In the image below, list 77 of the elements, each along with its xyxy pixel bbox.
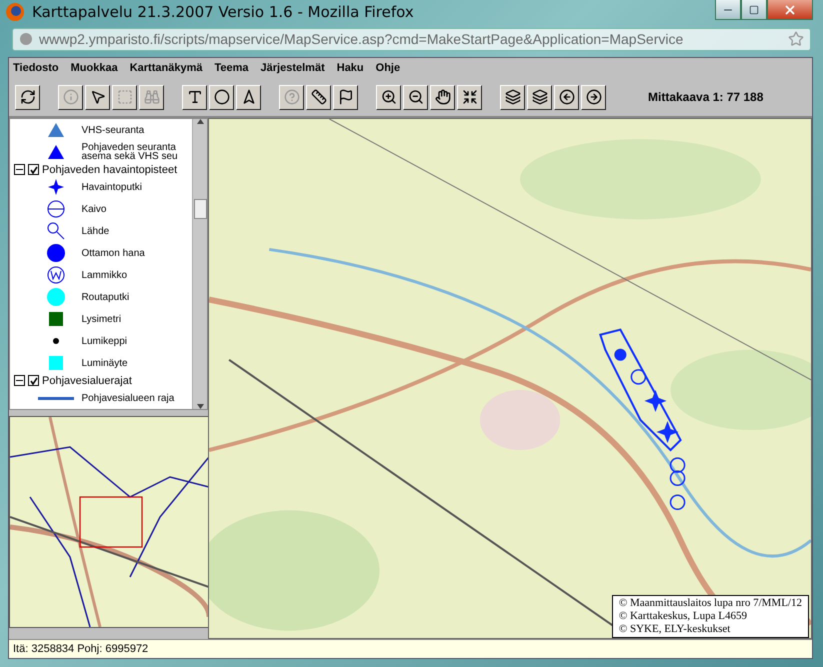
toolbar-button[interactable] bbox=[85, 84, 110, 110]
toolbar-button[interactable] bbox=[306, 84, 331, 110]
toolbar-button[interactable] bbox=[554, 84, 579, 110]
pointer-icon bbox=[90, 89, 106, 106]
scrollbar[interactable] bbox=[192, 119, 207, 410]
legend-label: Lammikko bbox=[81, 270, 128, 280]
help-icon bbox=[284, 89, 300, 106]
copyright-line: © Maanmittauslaitos lupa nro 7/MML/12 bbox=[618, 597, 802, 610]
legend-label: Kaivo bbox=[81, 204, 108, 214]
close-button[interactable] bbox=[767, 0, 813, 20]
layer-checkbox[interactable] bbox=[28, 375, 39, 386]
zoom-out-icon bbox=[408, 89, 424, 106]
maximize-icon bbox=[749, 4, 759, 14]
legend-label: VHS-seuranta bbox=[81, 126, 146, 135]
ruler-icon bbox=[310, 89, 326, 106]
copyright-line: © SYKE, ELY-keskukset bbox=[618, 623, 732, 636]
collapse-toggle[interactable] bbox=[14, 375, 25, 386]
toolbar-button[interactable] bbox=[236, 84, 261, 110]
toolbar-button[interactable] bbox=[500, 84, 525, 110]
address-bar[interactable]: wwwp2.ymparisto.fi/scripts/mapservice/MapService.asp?cmd=MakeStartPage&Application=MapService bbox=[12, 28, 811, 52]
menu-item[interactable]: Karttanäkymä bbox=[130, 62, 202, 78]
zoom-in-icon bbox=[380, 89, 396, 106]
copyright-line: © Karttakeskus, Lupa L4659 bbox=[618, 610, 748, 623]
menu-item[interactable]: Ohje bbox=[376, 62, 400, 78]
down-arrow-icon[interactable] bbox=[196, 404, 204, 410]
text-icon bbox=[186, 89, 202, 106]
toolbar-button[interactable] bbox=[430, 84, 455, 110]
layers-icon bbox=[504, 89, 520, 106]
toolbar-button[interactable] bbox=[376, 84, 401, 110]
legend-label: Ottamon hana bbox=[81, 248, 146, 258]
legend-label: Lumikeppi bbox=[81, 336, 128, 346]
globe-icon bbox=[19, 32, 33, 46]
shrink-icon bbox=[462, 89, 478, 106]
coordinates-text: Itä: 3258834 Pohj: 6995972 bbox=[13, 643, 148, 655]
scrollbar-thumb[interactable] bbox=[194, 199, 206, 220]
up-arrow-icon[interactable] bbox=[196, 119, 204, 124]
checkmark-icon bbox=[30, 166, 38, 174]
legend-label: Routaputki bbox=[81, 292, 130, 302]
toolbar-button[interactable] bbox=[403, 84, 428, 110]
toolbar-button[interactable] bbox=[581, 84, 606, 110]
legend-label: Pohjaveden seuranta asema sekä VHS seu bbox=[81, 143, 179, 162]
toolbar-button[interactable] bbox=[209, 84, 234, 110]
menu-item[interactable]: Haku bbox=[336, 62, 364, 78]
window-title: Karttapalvelu 21.3.2007 Versio 1.6 - Mozilla Firefox bbox=[32, 2, 415, 21]
checkmark-icon bbox=[30, 376, 38, 385]
browser-logo-icon bbox=[6, 2, 24, 21]
menu-item[interactable]: Muokkaa bbox=[70, 62, 118, 78]
maximize-button[interactable] bbox=[741, 0, 767, 20]
legend-label: Pohjavesialueen raja bbox=[81, 394, 176, 403]
collapse-toggle[interactable] bbox=[14, 164, 25, 176]
layer-checkbox[interactable] bbox=[28, 164, 39, 176]
menu-item[interactable]: Teema bbox=[214, 62, 249, 78]
toolbar-button[interactable] bbox=[333, 84, 358, 110]
toolbar-button[interactable] bbox=[457, 84, 482, 110]
refresh-icon bbox=[20, 89, 36, 106]
legend-label: Havaintoputki bbox=[81, 182, 144, 192]
legend-label: Luminäyte bbox=[81, 358, 129, 368]
binoculars-icon bbox=[144, 89, 160, 106]
toolbar-button[interactable] bbox=[15, 84, 40, 110]
arrow-icon bbox=[240, 89, 256, 106]
layer-group-label: Pohjavesialuerajat bbox=[42, 374, 132, 387]
menu-item[interactable]: Järjestelmät bbox=[260, 62, 325, 78]
toolbar-button[interactable] bbox=[182, 84, 207, 110]
legend-label: Lysimetri bbox=[81, 314, 122, 324]
dashed-square-icon bbox=[116, 89, 132, 106]
legend-label: Lähde bbox=[81, 226, 110, 236]
menu-item[interactable]: Tiedosto bbox=[13, 62, 59, 78]
scale-label: Mittakaava 1: 77 188 bbox=[648, 90, 764, 104]
minimize-button[interactable] bbox=[715, 0, 741, 20]
layer-group-label: Pohjaveden havaintopisteet bbox=[42, 164, 178, 176]
layers-icon bbox=[532, 89, 548, 106]
hand-icon bbox=[434, 89, 450, 106]
star-icon[interactable] bbox=[788, 31, 804, 48]
toolbar-button[interactable] bbox=[527, 84, 552, 110]
info-icon bbox=[62, 89, 78, 106]
close-icon bbox=[783, 2, 797, 16]
flag-icon bbox=[338, 89, 354, 106]
